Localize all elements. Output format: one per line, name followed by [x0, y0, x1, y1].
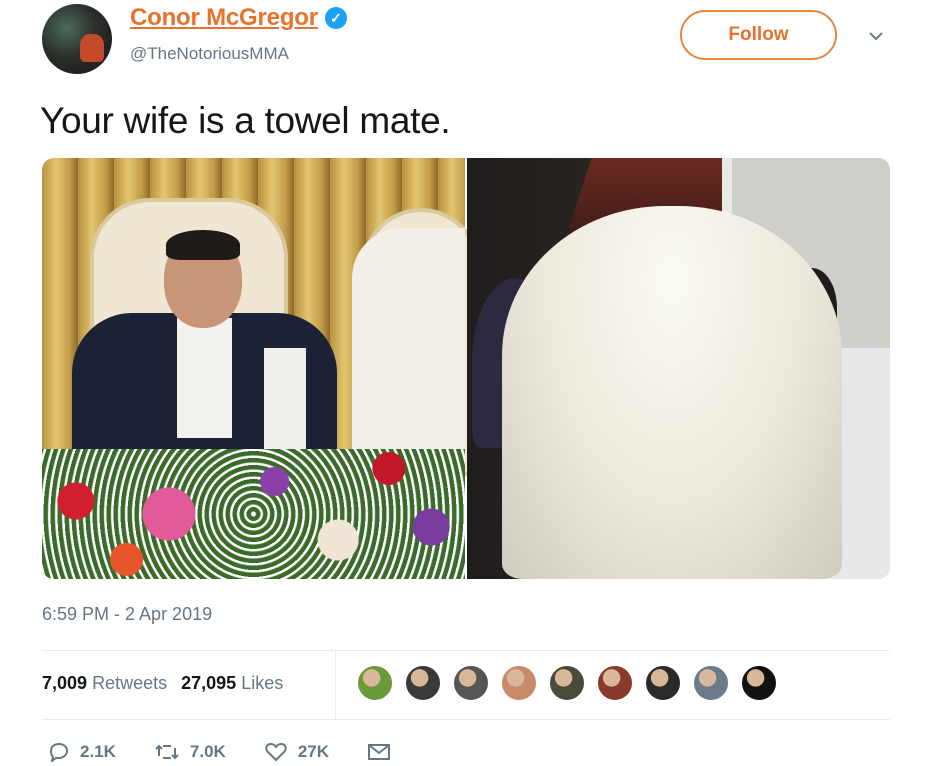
- person-shirt: [177, 318, 232, 438]
- tweet-card: Conor McGregor ✓ @TheNotoriousMMA Follow…: [0, 0, 940, 766]
- reply-count: 2.1K: [80, 742, 116, 761]
- retweets-stat[interactable]: 7,009 Retweets: [42, 673, 167, 693]
- liker-avatar[interactable]: [548, 664, 586, 702]
- flower-arrangement: [42, 449, 465, 579]
- napkin: [264, 348, 306, 458]
- author-handle[interactable]: @TheNotoriousMMA: [130, 44, 289, 64]
- liker-avatar[interactable]: [596, 664, 634, 702]
- media-photo-left[interactable]: [42, 158, 480, 579]
- like-button[interactable]: 27K: [264, 742, 329, 762]
- person-hair: [166, 230, 240, 260]
- likes-count: 27,095: [181, 673, 237, 693]
- author-name-row: Conor McGregor ✓: [130, 4, 347, 32]
- follow-button[interactable]: Follow: [680, 10, 837, 60]
- tweet-stats: 7,009 Retweets 27,095 Likes: [42, 673, 283, 694]
- reply-button[interactable]: 2.1K: [48, 742, 116, 762]
- retweets-label: Retweets: [92, 673, 168, 693]
- liker-avatars: [356, 664, 788, 702]
- liker-avatar[interactable]: [692, 664, 730, 702]
- retweet-count: 7.0K: [189, 742, 226, 761]
- liker-avatar[interactable]: [404, 664, 442, 702]
- avatar[interactable]: [42, 4, 112, 74]
- author-display-name[interactable]: Conor McGregor: [130, 4, 318, 32]
- retweet-button[interactable]: 7.0K: [154, 742, 226, 762]
- liker-avatar[interactable]: [356, 664, 394, 702]
- liker-avatar[interactable]: [452, 664, 490, 702]
- divider: [42, 650, 890, 651]
- divider: [42, 719, 890, 720]
- bride-veil: [502, 206, 842, 579]
- tweet-text: Your wife is a towel mate.: [40, 100, 451, 141]
- tweet-timestamp[interactable]: 6:59 PM - 2 Apr 2019: [42, 604, 212, 625]
- direct-message-button[interactable]: [367, 742, 401, 762]
- chevron-down-icon[interactable]: [866, 26, 886, 46]
- like-count: 27K: [297, 742, 330, 761]
- verified-badge-icon: ✓: [324, 7, 347, 29]
- envelope-icon: [368, 744, 391, 760]
- tweet-actions: 2.1K 7.0K 27K: [48, 742, 439, 762]
- white-figure: [352, 228, 465, 478]
- retweet-icon: [155, 744, 179, 760]
- tweet-media[interactable]: [42, 158, 890, 579]
- heart-icon: [265, 742, 287, 762]
- likes-stat[interactable]: 27,095 Likes: [181, 673, 283, 693]
- liker-avatar[interactable]: [644, 664, 682, 702]
- stats-divider: [335, 651, 336, 719]
- liker-avatar[interactable]: [740, 664, 778, 702]
- reply-icon: [49, 742, 69, 762]
- likes-label: Likes: [241, 673, 284, 693]
- liker-avatar[interactable]: [500, 664, 538, 702]
- retweets-count: 7,009: [42, 673, 88, 693]
